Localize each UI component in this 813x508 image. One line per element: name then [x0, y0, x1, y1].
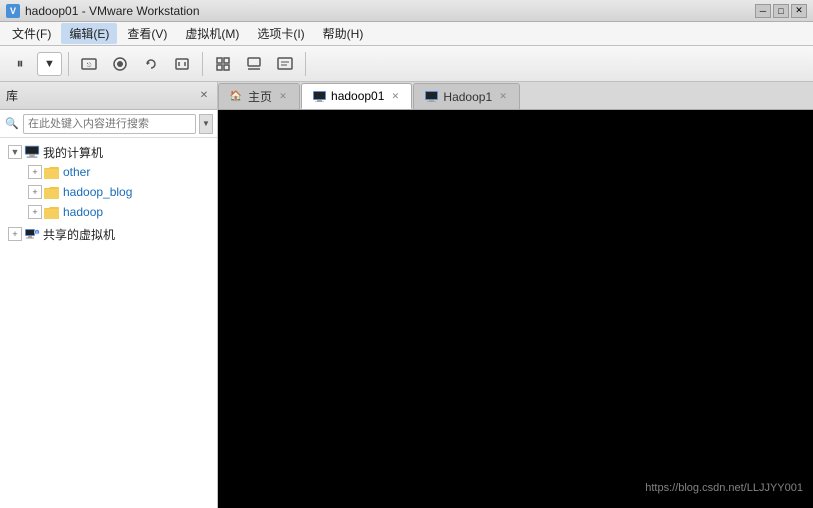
vm-screen[interactable]: https://blog.csdn.net/LLJJYY001 — [218, 110, 813, 508]
fullscreen-button[interactable] — [209, 50, 237, 78]
hadoop1-tab-label: Hadoop1 — [443, 90, 492, 104]
app-icon: V — [6, 4, 20, 18]
separator-3 — [305, 52, 306, 76]
menu-edit[interactable]: 编辑(E) — [61, 23, 117, 44]
tree-item-my-computer[interactable]: ▼ 我的计算机 — [0, 142, 217, 162]
folder-other-icon — [44, 165, 60, 179]
tab-home[interactable]: 🏠 主页 ✕ — [218, 83, 300, 109]
pause-button[interactable]: ⏸ — [6, 50, 34, 78]
close-button[interactable]: ✕ — [791, 4, 807, 18]
unity-button[interactable] — [240, 50, 268, 78]
panel-title: 库 — [6, 87, 18, 104]
panel-close-button[interactable]: ✕ — [197, 89, 211, 103]
tree-item-hadoop[interactable]: + hadoop — [0, 202, 217, 222]
left-panel-header: 库 ✕ — [0, 82, 217, 110]
my-computer-label: 我的计算机 — [43, 144, 103, 161]
search-icon: 🔍 — [4, 116, 20, 132]
tree-item-shared-vms[interactable]: + S 共享的虚拟机 — [0, 224, 217, 244]
menu-view[interactable]: 查看(V) — [119, 23, 175, 44]
tabs-bar: 🏠 主页 ✕ hadoop01 ✕ — [218, 82, 813, 110]
folder-hadoop-icon — [44, 205, 60, 219]
tab-hadoop01[interactable]: hadoop01 ✕ — [301, 83, 412, 109]
expand-my-computer[interactable]: ▼ — [8, 145, 22, 159]
tree-item-other[interactable]: + other — [0, 162, 217, 182]
send-cad-button[interactable]: ⎋ — [75, 50, 103, 78]
hadoop-blog-label: hadoop_blog — [63, 185, 132, 199]
vm-settings-button[interactable] — [271, 50, 299, 78]
home-tab-close[interactable]: ✕ — [277, 91, 289, 103]
computer-icon — [24, 145, 40, 159]
menu-tabs[interactable]: 选项卡(I) — [249, 23, 312, 44]
expand-hadoop-blog[interactable]: + — [28, 185, 42, 199]
suspend-button[interactable] — [168, 50, 196, 78]
menu-file[interactable]: 文件(F) — [4, 23, 59, 44]
search-bar: 🔍 ▼ — [0, 110, 217, 138]
main-content: 库 ✕ 🔍 ▼ ▼ 我的计算机 — [0, 82, 813, 508]
other-label: other — [63, 165, 90, 179]
separator-1 — [68, 52, 69, 76]
separator-2 — [202, 52, 203, 76]
shared-vms-icon: S — [24, 227, 40, 241]
tree-item-hadoop-blog[interactable]: + hadoop_blog — [0, 182, 217, 202]
hadoop-label: hadoop — [63, 205, 103, 219]
tab-hadoop1[interactable]: Hadoop1 ✕ — [413, 83, 520, 109]
watermark: https://blog.csdn.net/LLJJYY001 — [645, 482, 803, 494]
window-title: hadoop01 - VMware Workstation — [25, 4, 755, 18]
hadoop01-tab-close[interactable]: ✕ — [389, 90, 401, 102]
home-tab-label: 主页 — [248, 88, 272, 105]
title-bar: V hadoop01 - VMware Workstation ─ □ ✕ — [0, 0, 813, 22]
hadoop01-tab-label: hadoop01 — [331, 89, 384, 103]
right-panel: 🏠 主页 ✕ hadoop01 ✕ — [218, 82, 813, 508]
minimize-button[interactable]: ─ — [755, 4, 771, 18]
svg-text:S: S — [36, 230, 39, 235]
search-input[interactable] — [23, 114, 196, 134]
expand-shared-vms[interactable]: + — [8, 227, 22, 241]
hadoop01-tab-icon — [312, 90, 326, 102]
shared-vms-label: 共享的虚拟机 — [43, 226, 115, 243]
svg-text:⎋: ⎋ — [87, 62, 92, 69]
menu-vm[interactable]: 虚拟机(M) — [177, 23, 247, 44]
revert-button[interactable] — [137, 50, 165, 78]
expand-other[interactable]: + — [28, 165, 42, 179]
menu-bar: 文件(F) 编辑(E) 查看(V) 虚拟机(M) 选项卡(I) 帮助(H) — [0, 22, 813, 46]
toolbar: ⏸ ▼ ⎋ — [0, 46, 813, 82]
folder-hadoop-blog-icon — [44, 185, 60, 199]
tree-container: ▼ 我的计算机 + — [0, 138, 217, 508]
hadoop1-tab-icon — [424, 91, 438, 103]
hadoop1-tab-close[interactable]: ✕ — [497, 91, 509, 103]
pause-dropdown[interactable]: ▼ — [37, 52, 62, 76]
window-controls: ─ □ ✕ — [755, 4, 807, 18]
snapshot-button[interactable] — [106, 50, 134, 78]
menu-help[interactable]: 帮助(H) — [315, 23, 372, 44]
maximize-button[interactable]: □ — [773, 4, 789, 18]
left-panel: 库 ✕ 🔍 ▼ ▼ 我的计算机 — [0, 82, 218, 508]
search-dropdown-button[interactable]: ▼ — [199, 114, 213, 134]
home-tab-icon: 🏠 — [229, 91, 243, 103]
expand-hadoop[interactable]: + — [28, 205, 42, 219]
